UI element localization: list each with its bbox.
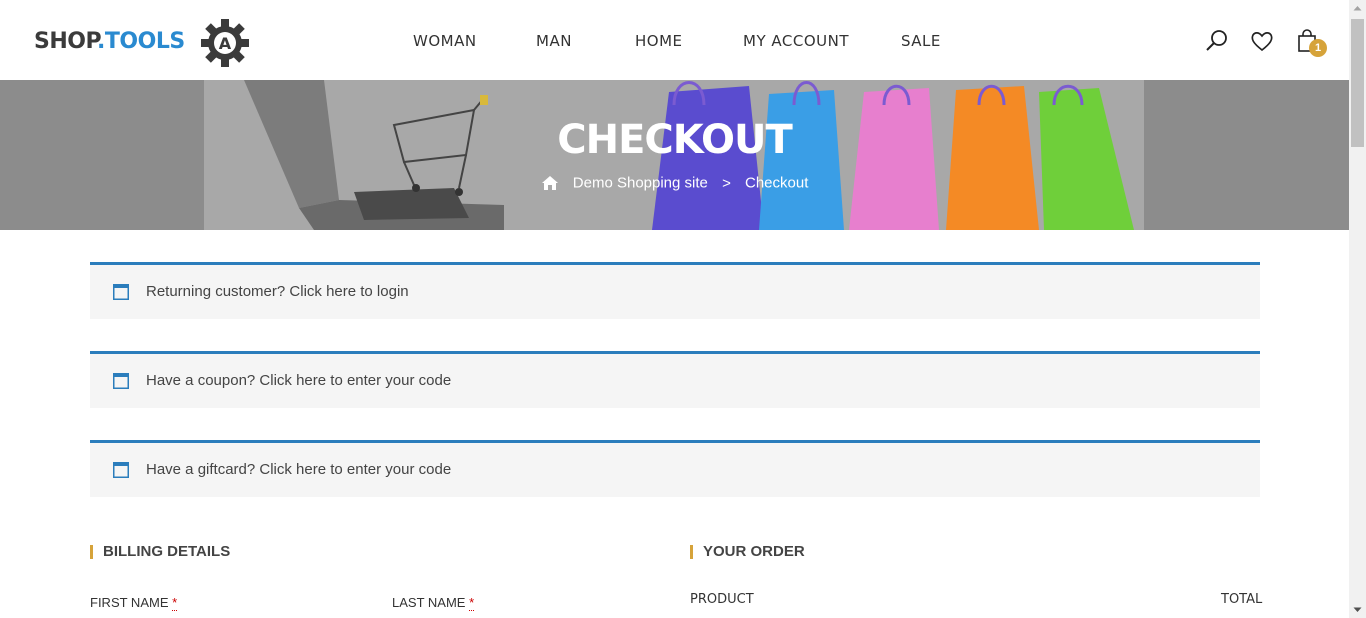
gear-logo-icon: A	[201, 19, 249, 67]
giftcard-notice[interactable]: Have a giftcard? Click here to enter you…	[90, 440, 1260, 497]
site-logo[interactable]: SHOP.TOOLS A	[34, 18, 254, 68]
page-title: CHECKOUT	[557, 117, 792, 163]
login-notice[interactable]: Returning customer? Click here to login	[90, 262, 1260, 319]
cart-count-badge: 1	[1309, 39, 1327, 57]
login-notice-link[interactable]: Returning customer? Click here to login	[146, 283, 409, 300]
giftcard-notice-link[interactable]: Have a giftcard? Click here to enter you…	[146, 461, 451, 478]
scroll-down-arrow-icon[interactable]	[1349, 601, 1366, 618]
nav-woman[interactable]: WOMAN	[413, 32, 477, 50]
first-name-label: FIRST NAME *	[90, 595, 178, 611]
logo-text: SHOP.TOOLS	[34, 29, 185, 54]
vertical-scrollbar[interactable]	[1349, 0, 1366, 618]
nav-man[interactable]: MAN	[536, 32, 572, 50]
required-mark: *	[172, 595, 178, 611]
logo-mark-letter: A	[219, 34, 232, 53]
required-mark: *	[469, 595, 475, 611]
heart-icon[interactable]	[1249, 28, 1275, 54]
last-name-label: LAST NAME *	[392, 595, 475, 611]
nav-home[interactable]: HOME	[635, 32, 683, 50]
nav-sale[interactable]: SALE	[901, 32, 941, 50]
breadcrumb-separator: >	[722, 174, 731, 192]
coupon-notice[interactable]: Have a coupon? Click here to enter your …	[90, 351, 1260, 408]
your-order-title: YOUR ORDER	[690, 544, 805, 559]
window-icon	[113, 373, 129, 389]
window-icon	[113, 462, 129, 478]
breadcrumb: Demo Shopping site > Checkout	[0, 174, 1349, 192]
order-col-total: TOTAL	[1221, 592, 1263, 607]
site-header: SHOP.TOOLS A WOMAN MAN HOME MY ACCOUNT S…	[0, 0, 1349, 80]
scroll-thumb[interactable]	[1351, 19, 1364, 147]
page-hero: CHECKOUT Demo Shopping site > Checkout	[0, 80, 1349, 230]
scroll-up-arrow-icon[interactable]	[1349, 0, 1366, 17]
breadcrumb-current: Checkout	[745, 174, 809, 192]
billing-details-title: BILLING DETAILS	[90, 544, 230, 559]
window-icon	[113, 284, 129, 300]
order-col-product: PRODUCT	[690, 592, 754, 607]
search-icon[interactable]	[1204, 28, 1230, 54]
home-icon[interactable]	[541, 175, 559, 191]
nav-my-account[interactable]: MY ACCOUNT	[743, 32, 849, 50]
coupon-notice-link[interactable]: Have a coupon? Click here to enter your …	[146, 372, 451, 389]
breadcrumb-home-link[interactable]: Demo Shopping site	[573, 175, 708, 192]
